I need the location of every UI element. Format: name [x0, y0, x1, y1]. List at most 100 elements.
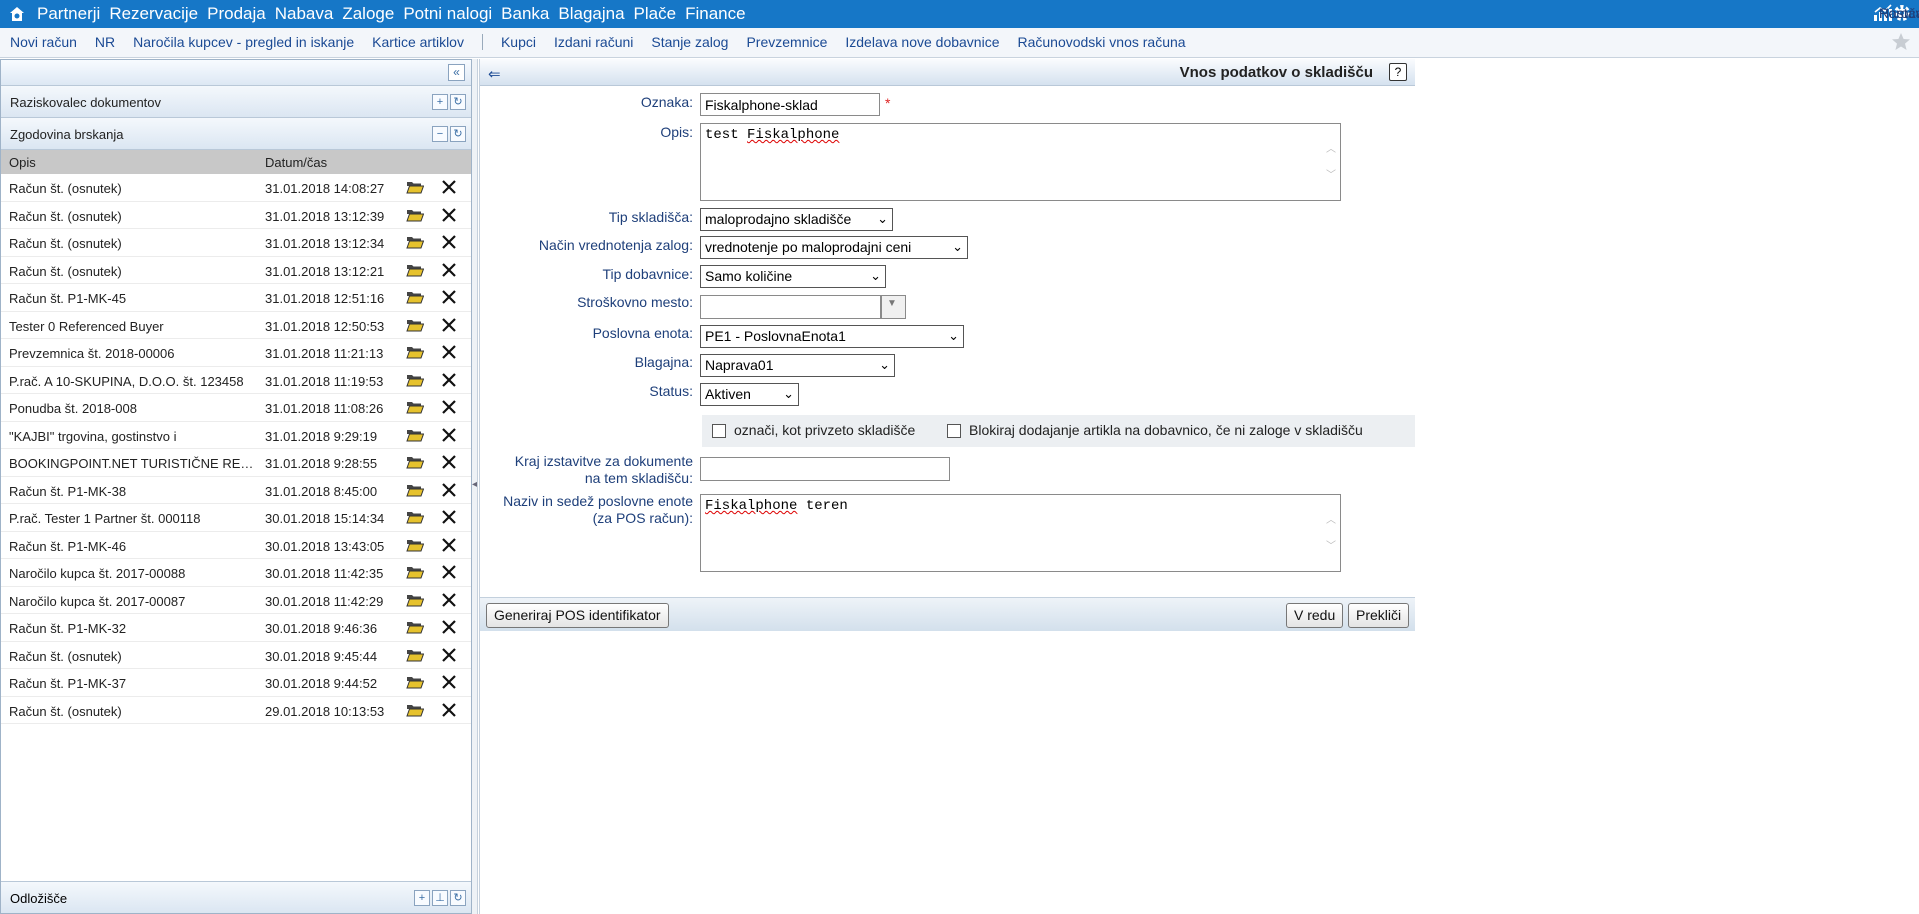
delete-icon[interactable] [441, 619, 457, 635]
history-row-description[interactable]: Račun št. (osnutek) [9, 236, 254, 251]
delete-icon[interactable] [441, 234, 457, 250]
expand-icon[interactable]: + [414, 890, 430, 906]
splitter-arrow-icon[interactable]: ◂ [472, 479, 477, 490]
open-folder-icon[interactable] [406, 344, 425, 360]
delete-icon[interactable] [441, 564, 457, 580]
expand-icon[interactable]: + [432, 94, 448, 110]
top-menu-item[interactable]: Rezervacije [109, 4, 198, 24]
history-row[interactable]: Račun št. (osnutek) 31.01.2018 13:12:39 [1, 202, 471, 229]
delete-icon[interactable] [441, 372, 457, 388]
scroll-arrows-icon[interactable]: ︿ ﹀ [1326, 138, 1336, 190]
open-folder-icon[interactable] [406, 482, 425, 498]
delete-icon[interactable] [441, 702, 457, 718]
top-menu-item[interactable]: Plače [634, 4, 677, 24]
quick-link[interactable]: Izdelava nove dobavnice [845, 34, 999, 50]
settings-link[interactable]: Nastavitve [1879, 3, 1919, 23]
history-row[interactable]: Račun št. (osnutek) 31.01.2018 14:08:27 [1, 174, 471, 202]
browse-history-header[interactable]: Zgodovina brskanja − ↻ [1, 118, 471, 150]
open-folder-icon[interactable] [406, 647, 425, 663]
quick-link[interactable]: Kartice artiklov [372, 34, 464, 50]
quick-link[interactable]: NR [95, 34, 115, 50]
delete-icon[interactable] [441, 674, 457, 690]
kraj-izstavitve-input[interactable] [700, 457, 950, 481]
history-row-description[interactable]: Račun št. P1-MK-46 [9, 539, 254, 554]
quick-link[interactable]: Izdani računi [554, 34, 633, 50]
nacin-vrednotenja-select[interactable]: vrednotenje po maloprodajni ceni ⌄ [700, 236, 968, 259]
history-row[interactable]: P.rač. Tester 1 Partner št. 000118 30.01.… [1, 504, 471, 532]
top-menu-item[interactable]: Partnerji [37, 4, 100, 24]
history-row-description[interactable]: Račun št. (osnutek) [9, 649, 254, 664]
history-row-description[interactable]: Račun št. P1-MK-37 [9, 676, 254, 691]
history-row[interactable]: Naročilo kupca št. 2017-00088 30.01.2018 … [1, 559, 471, 587]
oznaka-input[interactable]: Fiskalphone-sklad [700, 93, 880, 116]
open-folder-icon[interactable] [406, 537, 425, 553]
naziv-sedez-textarea[interactable]: Fiskalphone teren ︿ ﹀ [700, 494, 1341, 572]
cancel-button[interactable]: Prekliči [1348, 603, 1410, 628]
scroll-arrows-icon[interactable]: ︿ ﹀ [1326, 509, 1336, 561]
delete-icon[interactable] [441, 482, 457, 498]
blagajna-select[interactable]: Naprava01 ⌄ [700, 354, 895, 377]
top-menu-item[interactable]: Blagajna [558, 4, 624, 24]
poslovna-enota-select[interactable]: PE1 - PoslovnaEnota1 ⌄ [700, 325, 964, 348]
panel-splitter[interactable]: ◂ [472, 59, 478, 914]
history-row[interactable]: Račun št. P1-MK-32 30.01.2018 9:46:36 [1, 614, 471, 642]
delete-icon[interactable] [441, 427, 457, 443]
delete-icon[interactable] [441, 647, 457, 663]
history-row-description[interactable]: P.rač. Tester 1 Partner št. 000118 [9, 511, 254, 526]
history-row[interactable]: Tester 0 Referenced Buyer 31.01.2018 12:5… [1, 312, 471, 339]
open-folder-icon[interactable] [406, 564, 425, 580]
history-row-description[interactable]: Tester 0 Referenced Buyer [9, 319, 254, 334]
delete-icon[interactable] [441, 262, 457, 278]
history-row-description[interactable]: Račun št. (osnutek) [9, 181, 254, 196]
delete-icon[interactable] [441, 537, 457, 553]
opis-textarea[interactable]: test Fiskalphone ︿ ﹀ [700, 123, 1341, 201]
default-warehouse-checkbox[interactable] [712, 424, 726, 438]
history-row[interactable]: "KAJBI" trgovina, gostinstvo i 31.01.2018… [1, 422, 471, 449]
open-folder-icon[interactable] [406, 234, 425, 250]
back-arrow-icon[interactable]: ⇐ [488, 65, 501, 83]
open-folder-icon[interactable] [406, 592, 425, 608]
history-row[interactable]: Račun št. P1-MK-37 30.01.2018 9:44:52 [1, 669, 471, 697]
top-menu-item[interactable]: Zaloge [342, 4, 394, 24]
top-menu-item[interactable]: Potni nalogi [403, 4, 492, 24]
history-row[interactable]: Naročilo kupca št. 2017-00087 30.01.2018 … [1, 587, 471, 614]
open-folder-icon[interactable] [406, 207, 425, 223]
open-folder-icon[interactable] [406, 289, 425, 305]
delete-icon[interactable] [441, 289, 457, 305]
history-row-description[interactable]: "KAJBI" trgovina, gostinstvo i [9, 429, 254, 444]
home-icon[interactable] [9, 6, 25, 22]
block-stock-checkbox[interactable] [947, 424, 961, 438]
top-menu-item[interactable]: Prodaja [207, 4, 266, 24]
history-row[interactable]: Ponudba št. 2018-008 31.01.2018 11:08:26 [1, 394, 471, 422]
delete-icon[interactable] [441, 207, 457, 223]
top-menu-item[interactable]: Banka [501, 4, 549, 24]
history-row[interactable]: P.rač. A 10-SKUPINA, D.O.O. št. 123458 31… [1, 367, 471, 394]
open-folder-icon[interactable] [406, 262, 425, 278]
refresh-icon[interactable]: ↻ [450, 126, 466, 142]
open-folder-icon[interactable] [406, 399, 425, 415]
quick-link[interactable]: Prevzemnice [746, 34, 827, 50]
clipboard-header[interactable]: Odložišče + ⊥ ↻ [1, 881, 471, 913]
history-row[interactable]: Račun št. P1-MK-46 30.01.2018 13:43:05 [1, 532, 471, 559]
default-warehouse-label[interactable]: označi, kot privzeto skladišče [734, 422, 915, 438]
quick-link[interactable]: Naročila kupcev - pregled in iskanje [133, 34, 354, 50]
delete-icon[interactable] [441, 399, 457, 415]
open-folder-icon[interactable] [406, 509, 425, 525]
delete-icon[interactable] [441, 454, 457, 470]
refresh-icon[interactable]: ↻ [450, 94, 466, 110]
history-row-description[interactable]: BOOKINGPOINT.NET TURISTIČNE REŠITVE [9, 456, 254, 471]
quick-link[interactable]: Računovodski vnos računa [1017, 34, 1185, 50]
pin-icon[interactable]: ⊥ [432, 890, 448, 906]
history-row-description[interactable]: Naročilo kupca št. 2017-00087 [9, 594, 254, 609]
status-select[interactable]: Aktiven ⌄ [700, 383, 799, 406]
tip-dobavnice-select[interactable]: Samo količine ⌄ [700, 265, 886, 288]
top-menu-item[interactable]: Nabava [275, 4, 334, 24]
history-row[interactable]: Račun št. (osnutek) 29.01.2018 10:13:53 [1, 697, 471, 724]
history-row-description[interactable]: Račun št. P1-MK-45 [9, 291, 254, 306]
history-row-description[interactable]: Račun št. (osnutek) [9, 209, 254, 224]
delete-icon[interactable] [441, 179, 457, 195]
history-row-description[interactable]: Račun št. (osnutek) [9, 704, 254, 719]
stroskovno-mesto-input[interactable] [700, 295, 881, 319]
collapse-icon[interactable]: − [432, 126, 448, 142]
history-row[interactable]: Račun št. (osnutek) 30.01.2018 9:45:44 [1, 642, 471, 669]
